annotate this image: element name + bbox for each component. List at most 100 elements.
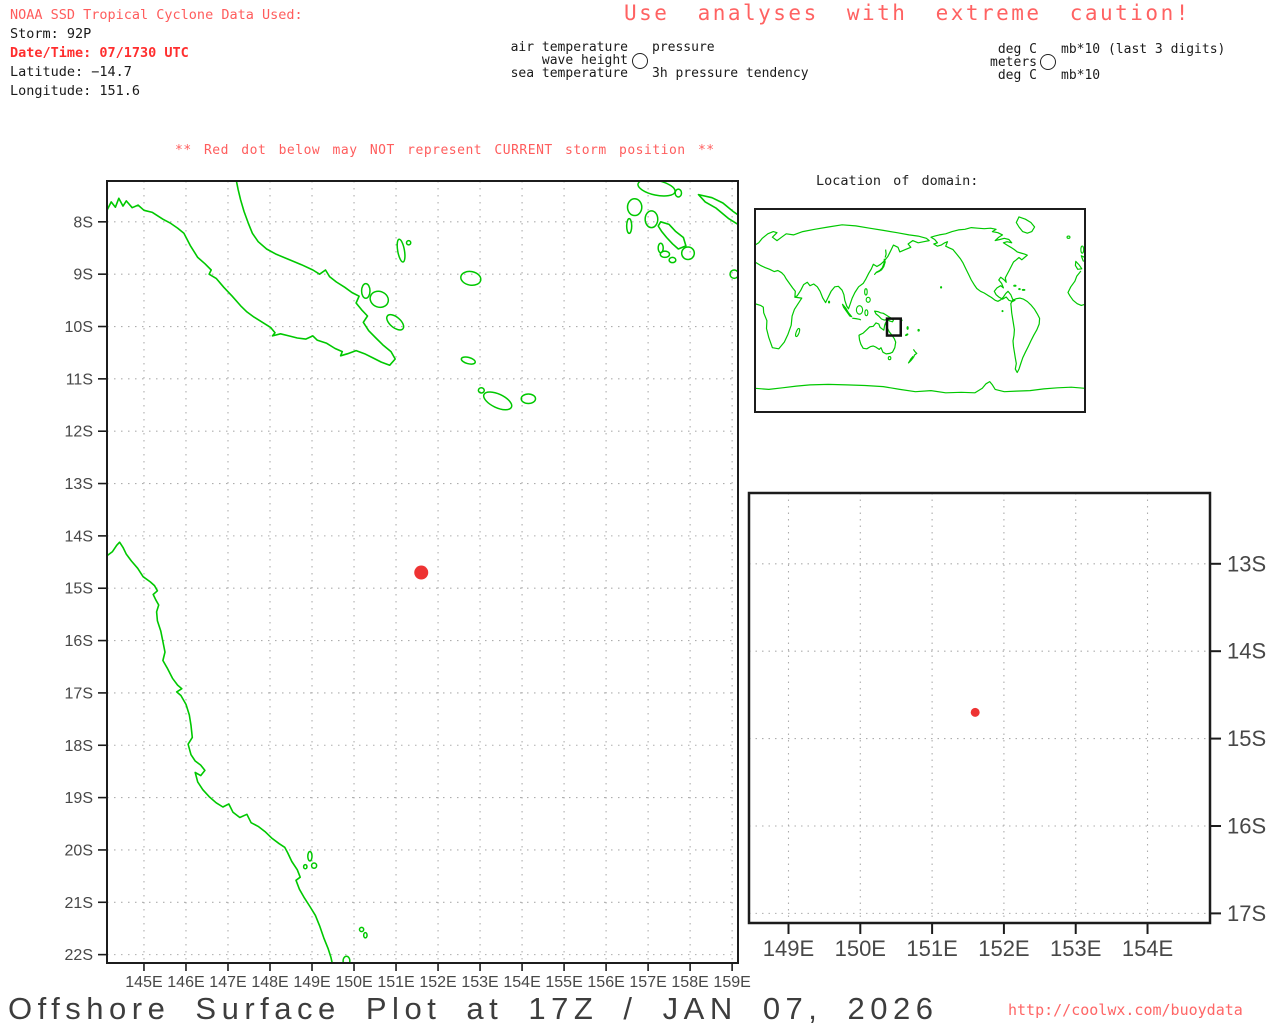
lon-tick-label: 157E xyxy=(629,974,666,991)
coastline xyxy=(884,249,887,258)
world-inset-map xyxy=(754,208,1086,413)
island-outline xyxy=(674,188,683,198)
coastline xyxy=(1015,216,1036,234)
island-outline xyxy=(360,282,371,300)
footer-url-link[interactable]: http://coolwx.com/buoydata xyxy=(1008,1001,1243,1019)
coastline xyxy=(1067,270,1085,306)
map-frame xyxy=(747,491,1212,925)
lon-tick-label: 145E xyxy=(125,974,162,991)
datetime-line: Date/Time: 07/1730 UTC xyxy=(10,45,189,61)
lat-tick-label: 15S xyxy=(1227,726,1266,751)
zoom-map: 149E 150E 151E 152E 153E 154E 13S 14S 15S 16S 17S xyxy=(747,491,1266,961)
coastline xyxy=(930,227,1028,303)
island-outline xyxy=(1018,287,1021,291)
island-outline xyxy=(369,290,390,309)
lon-tick-label: 152E xyxy=(419,974,456,991)
island-outline xyxy=(342,955,351,963)
island-outline xyxy=(1013,284,1017,287)
coastline xyxy=(755,296,803,350)
coastline xyxy=(1074,260,1083,270)
island-outline xyxy=(657,242,664,254)
pressure-tendency-label: 3h pressure tendency xyxy=(652,66,809,81)
lon-tick-label: 156E xyxy=(587,974,624,991)
lat-tick-label: 17S xyxy=(1227,901,1266,926)
island-outline xyxy=(302,863,308,870)
lat-tick-label: 13S xyxy=(65,476,93,493)
coastline xyxy=(874,310,894,323)
lat-tick-label: 14S xyxy=(65,528,93,545)
island-outline xyxy=(460,356,476,365)
lon-tick-label: 153E xyxy=(461,974,498,991)
lat-tick-label: 19S xyxy=(65,790,93,807)
lon-tick-label: 146E xyxy=(167,974,204,991)
island-outline xyxy=(905,333,909,337)
coastline xyxy=(1010,297,1041,374)
island-outline xyxy=(864,288,868,296)
coastline-queensland xyxy=(107,541,333,963)
island-outline xyxy=(358,926,365,933)
tendency-units-label: mb*10 xyxy=(1061,68,1101,83)
island-outline xyxy=(887,355,892,361)
coastline xyxy=(755,381,1085,394)
coastline xyxy=(907,355,915,364)
lat-tick-label: 20S xyxy=(65,842,93,859)
footer-title: Offshore Surface Plot at 17Z / JAN 07, 2… xyxy=(8,991,939,1026)
lon-tick-label: 150E xyxy=(835,936,886,961)
coastline xyxy=(874,258,886,275)
lat-tick-label: 9S xyxy=(73,267,93,284)
island-outline xyxy=(1080,245,1085,254)
island-outline xyxy=(626,198,643,217)
island-outline xyxy=(520,393,537,405)
lon-tick-label: 154E xyxy=(503,974,540,991)
page-root: { "colors": { "coastline": "#00c800", "s… xyxy=(0,0,1280,1026)
coastline xyxy=(852,317,862,321)
island-outline xyxy=(644,210,659,229)
pressure-label: pressure xyxy=(652,40,715,55)
lat-tick-label: 10S xyxy=(65,319,93,336)
lat-tick-label: 21S xyxy=(65,895,93,912)
lon-tick-label: 154E xyxy=(1122,936,1173,961)
station-circle-icon xyxy=(1040,54,1056,70)
lat-tick-label: 11S xyxy=(66,371,93,388)
sea-temperature-label: sea temperature xyxy=(510,66,628,81)
lat-tick-label: 8S xyxy=(73,214,93,231)
island-outline xyxy=(939,286,943,289)
storm-id-line: Storm: 92P xyxy=(10,26,92,42)
island-outline xyxy=(1001,309,1004,313)
pressure-units-label: mb*10 (last 3 digits) xyxy=(1061,42,1226,57)
lat-tick-label: 22S xyxy=(65,947,93,964)
island-outline xyxy=(307,850,313,862)
island-outline xyxy=(795,327,801,338)
island-outline xyxy=(310,862,318,870)
island-outline xyxy=(827,300,831,304)
lon-tick-label: 149E xyxy=(763,936,814,961)
lon-tick-label: 151E xyxy=(377,974,414,991)
storm-position-dot xyxy=(414,565,429,580)
island-outline xyxy=(906,326,909,330)
lat-tick-label: 14S xyxy=(1227,639,1266,664)
island-outline xyxy=(405,239,412,246)
island-outline xyxy=(1021,288,1026,291)
lat-tick-label: 17S xyxy=(65,685,93,702)
coastline xyxy=(755,224,930,310)
island-outline xyxy=(477,387,486,394)
lat-tick-label: 12S xyxy=(65,424,93,441)
island-outline xyxy=(1066,235,1071,239)
coastline xyxy=(912,349,918,358)
latitude-line: Latitude: −14.7 xyxy=(10,64,132,80)
lat-tick-label: 13S xyxy=(1227,551,1266,576)
main-map: 145E 146E 147E 148E 149E 150E 151E 152E 153E 154E… xyxy=(65,180,751,991)
coastline-png xyxy=(107,181,396,366)
island-outline xyxy=(460,270,482,287)
island-outline xyxy=(396,238,406,263)
lon-tick-label: 151E xyxy=(906,936,957,961)
island-outline xyxy=(625,217,633,235)
storm-position-dot xyxy=(970,707,980,717)
island-outline xyxy=(668,256,677,264)
lat-tick-label: 18S xyxy=(65,738,93,755)
lon-tick-label: 150E xyxy=(335,974,372,991)
lon-tick-label: 149E xyxy=(293,974,330,991)
island-outline xyxy=(680,246,696,261)
island-bougainville xyxy=(697,193,738,226)
lon-tick-label: 147E xyxy=(209,974,246,991)
